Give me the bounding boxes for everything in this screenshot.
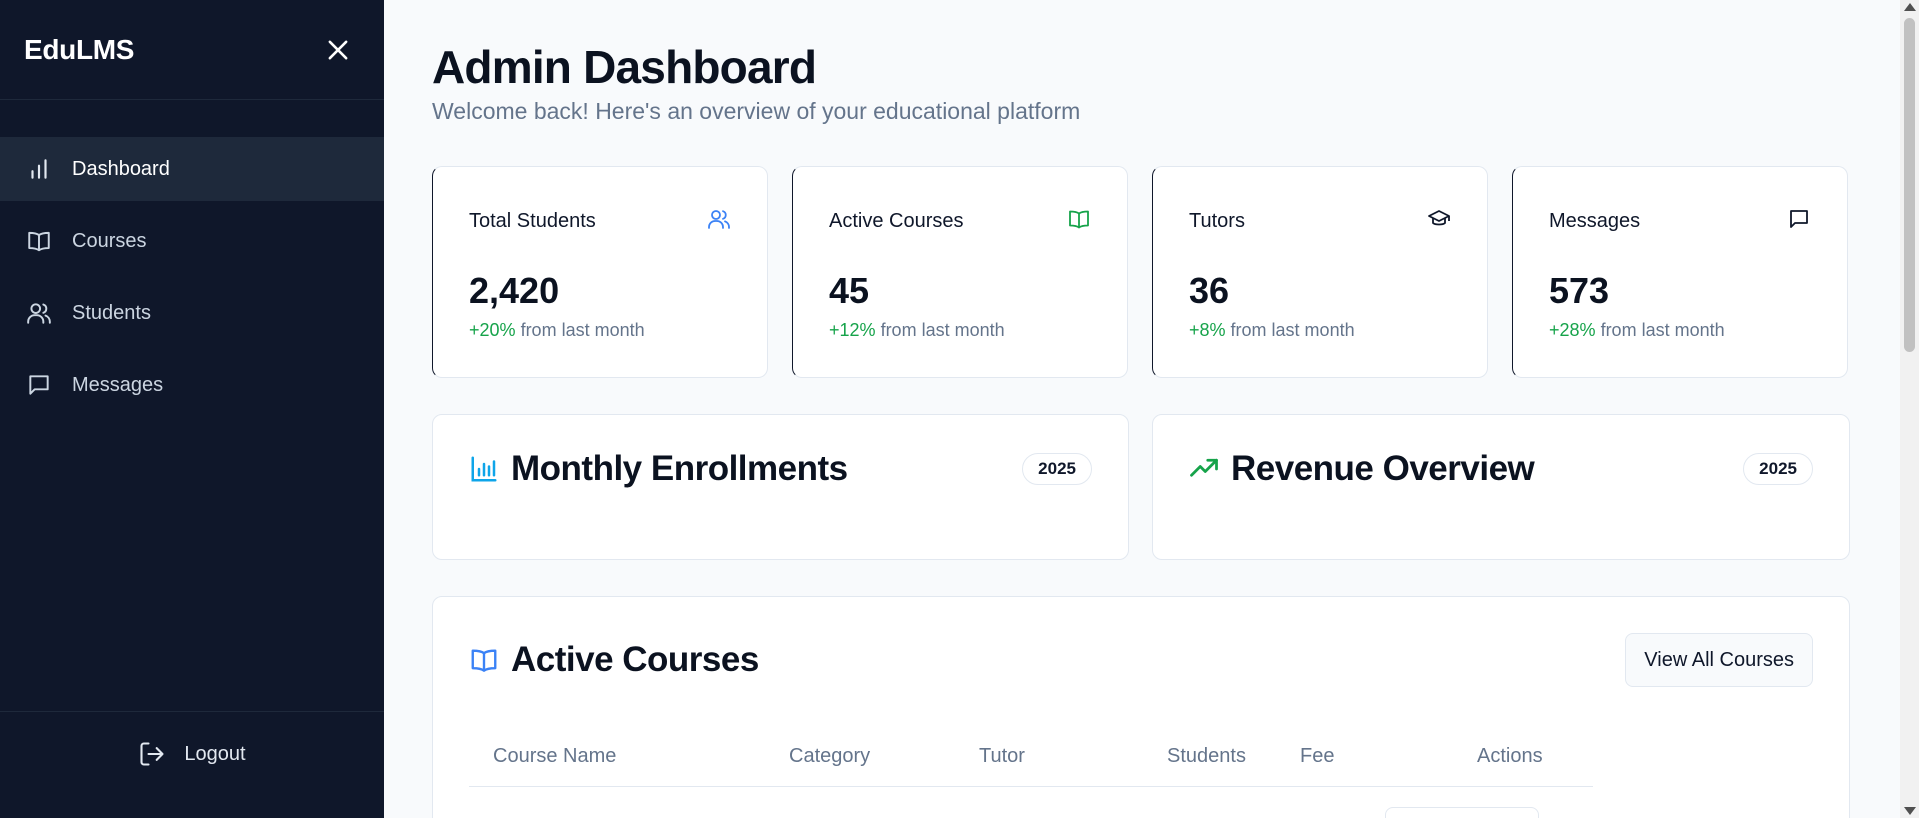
- stat-change: +20% from last month: [469, 320, 731, 341]
- graduation-cap-icon: [1428, 210, 1450, 226]
- stat-change: +12% from last month: [829, 320, 1091, 341]
- column-header-actions: Actions: [1477, 745, 1543, 767]
- users-icon: [27, 303, 51, 324]
- sidebar-item-label: Courses: [72, 229, 147, 252]
- stat-card-total-students: Total Students 2,420 +20% from last mont…: [432, 166, 768, 378]
- stat-card-tutors: Tutors 36 +8% from last month: [1152, 166, 1488, 378]
- stat-change-suffix: from last month: [1600, 320, 1725, 340]
- active-courses-card: Active Courses View All Courses Course N…: [432, 596, 1850, 818]
- column-header-category[interactable]: Category: [789, 745, 979, 768]
- stat-title: Total Students: [469, 210, 596, 232]
- main-content: Admin Dashboard Welcome back! Here's an …: [384, 0, 1900, 818]
- book-icon: [28, 231, 50, 252]
- year-selector[interactable]: 2025: [1743, 453, 1813, 485]
- message-icon: [29, 375, 49, 395]
- card-title: Monthly Enrollments: [511, 449, 848, 488]
- page-scrollbar[interactable]: [1900, 0, 1919, 818]
- close-icon: [328, 40, 348, 59]
- stat-card-active-courses: Active Courses 45 +12% from last month: [792, 166, 1128, 378]
- sidebar-nav: Dashboard Courses Students Messages: [0, 100, 384, 417]
- column-header-course-name[interactable]: Course Name: [469, 745, 789, 768]
- stat-change-percent: +28%: [1549, 320, 1596, 340]
- stat-change-percent: +8%: [1189, 320, 1226, 340]
- column-header-students[interactable]: Students: [1167, 745, 1300, 768]
- sidebar-item-students[interactable]: Students: [0, 281, 384, 345]
- stat-title: Tutors: [1189, 210, 1245, 232]
- stat-value: 36: [1189, 270, 1230, 311]
- courses-table: Course Name Category Tutor Students Fee …: [469, 727, 1593, 787]
- stat-change-percent: +20%: [469, 320, 516, 340]
- sidebar-footer: Logout: [0, 711, 384, 818]
- page-subtitle: Welcome back! Here's an overview of your…: [432, 98, 1081, 124]
- stat-title: Active Courses: [829, 210, 964, 232]
- year-selector[interactable]: 2025: [1022, 453, 1092, 485]
- logout-label: Logout: [184, 742, 246, 765]
- sidebar-item-courses[interactable]: Courses: [0, 209, 384, 273]
- sidebar-item-label: Students: [72, 301, 151, 324]
- sidebar-item-dashboard[interactable]: Dashboard: [0, 137, 384, 201]
- stat-value: 573: [1549, 270, 1610, 311]
- trending-up-icon: [1190, 458, 1218, 477]
- card-title: Active Courses: [511, 640, 759, 679]
- stat-value: 45: [829, 270, 870, 311]
- scroll-thumb[interactable]: [1904, 18, 1915, 352]
- stat-title: Messages: [1549, 210, 1641, 232]
- table-header: Course Name Category Tutor Students Fee …: [469, 727, 1593, 787]
- book-icon: [1069, 210, 1089, 229]
- card-title: Revenue Overview: [1231, 449, 1535, 488]
- stat-change-suffix: from last month: [520, 320, 645, 340]
- scroll-down-icon[interactable]: [1904, 807, 1916, 815]
- stat-card-messages: Messages 573 +28% from last month: [1512, 166, 1848, 378]
- column-header-tutor[interactable]: Tutor: [979, 745, 1167, 768]
- message-icon: [1790, 210, 1808, 228]
- stat-change: +28% from last month: [1549, 320, 1811, 341]
- book-icon: [471, 649, 497, 672]
- stat-change: +8% from last month: [1189, 320, 1451, 341]
- page-title: Admin Dashboard: [432, 41, 817, 93]
- sidebar-item-label: Messages: [72, 373, 164, 396]
- logout-button[interactable]: Logout: [138, 740, 246, 790]
- users-icon: [708, 210, 730, 229]
- sidebar-item-messages[interactable]: Messages: [0, 353, 384, 417]
- row-action-button[interactable]: [1385, 807, 1539, 818]
- monthly-enrollments-card: Monthly Enrollments 2025: [432, 414, 1129, 560]
- sidebar-item-label: Dashboard: [72, 157, 170, 180]
- column-header-fee[interactable]: Fee: [1300, 745, 1477, 768]
- logout-icon: [140, 742, 164, 766]
- stat-value: 2,420: [469, 270, 560, 311]
- view-all-courses-button[interactable]: View All Courses: [1625, 633, 1813, 687]
- stat-change-suffix: from last month: [1230, 320, 1355, 340]
- bar-chart-icon: [31, 159, 47, 179]
- stat-change-percent: +12%: [829, 320, 876, 340]
- stat-change-suffix: from last month: [880, 320, 1005, 340]
- scroll-up-icon[interactable]: [1904, 3, 1916, 11]
- revenue-overview-card: Revenue Overview 2025: [1152, 414, 1850, 560]
- brand-logo: EduLMS: [24, 33, 135, 65]
- close-sidebar-button[interactable]: [322, 34, 354, 66]
- sidebar: EduLMS Dashboard Courses Students Messag…: [0, 0, 384, 818]
- bar-chart-icon: [471, 456, 497, 482]
- sidebar-header: EduLMS: [0, 0, 384, 100]
